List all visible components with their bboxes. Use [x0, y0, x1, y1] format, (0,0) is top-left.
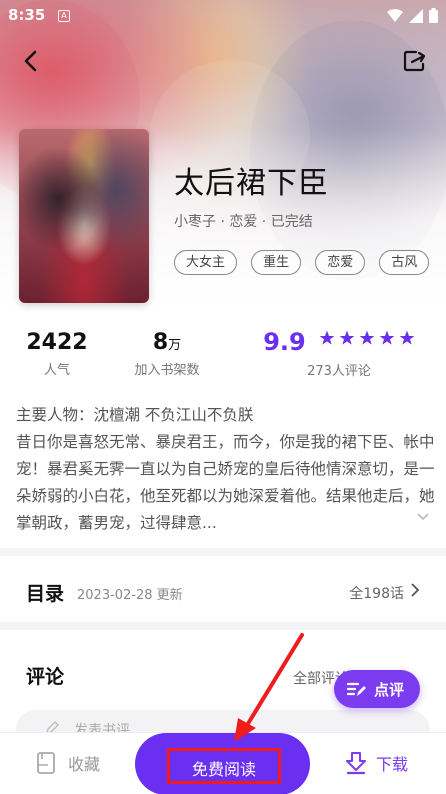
favorite-label: 收藏 [68, 755, 101, 774]
favorite-button[interactable]: 收藏 [36, 751, 100, 775]
download-label: 下载 [376, 755, 409, 774]
toc-update-date: 2023-02-28 更新 [77, 588, 183, 603]
popularity-label: 人气 [43, 363, 70, 378]
star-icon [339, 330, 355, 345]
back-icon [24, 50, 37, 72]
popularity-stat: 2422 人气 [18, 330, 96, 378]
shelf-label: 加入书架数 [134, 363, 200, 378]
popularity-value: 2422 [26, 330, 88, 355]
rating-value: 9.9 [263, 328, 306, 356]
signal-icon [409, 8, 423, 23]
system-icons [387, 8, 438, 23]
share-button[interactable] [398, 44, 432, 78]
tag-list: 大女主 重生 恋爱 古风 [174, 250, 446, 278]
tag[interactable]: 重生 [251, 250, 302, 275]
status-time: 8:35 [8, 6, 46, 24]
comment-edit-icon [346, 682, 366, 696]
rating-stat: 9.9 273人评论 [254, 328, 424, 379]
tag[interactable]: 古风 [379, 250, 430, 275]
review-button[interactable]: 点评 [334, 670, 420, 708]
toc-chapter-count: 全198话 [349, 586, 404, 602]
wifi-icon [387, 9, 403, 22]
summary-text: 昔日你是喜怒无常、暴戾君王，而今，你是我的裙下臣、帐中宠！暴君奚无霁一直以为自己… [16, 433, 435, 532]
comments-label: 评论 [26, 666, 65, 688]
highlight-box: 免费阅读 [167, 748, 281, 784]
back-button[interactable] [14, 44, 48, 78]
status-bar: 8:35 A [0, 0, 446, 32]
free-read-button[interactable]: 免费阅读 [135, 733, 310, 794]
share-icon [403, 50, 426, 72]
bottom-action-bar: 收藏 免费阅读 下载 [0, 732, 446, 794]
download-button[interactable]: 下载 [344, 751, 408, 775]
star-icon [399, 330, 415, 345]
book-title: 太后裙下臣 [174, 166, 329, 201]
section-divider [0, 548, 446, 556]
main-characters: 主要人物：沈檀潮 不负江山不负朕 [16, 406, 254, 424]
shelf-unit: 万 [168, 338, 182, 353]
toc-label: 目录 [26, 583, 65, 605]
book-meta: 小枣子 · 恋爱 · 已完结 [174, 214, 313, 230]
book-cover[interactable] [19, 129, 149, 303]
review-button-label: 点评 [374, 681, 405, 699]
rating-label: 273人评论 [307, 364, 371, 379]
bookmark-icon [37, 752, 55, 774]
chevron-right-icon [411, 583, 420, 597]
book-description[interactable]: 主要人物：沈檀潮 不负江山不负朕 昔日你是喜怒无常、暴戾君王，而今，你是我的裙下… [16, 402, 436, 537]
section-divider [0, 622, 446, 630]
star-icon [359, 330, 375, 345]
shelf-stat: 8万 加入书架数 [125, 330, 209, 378]
tag[interactable]: 大女主 [174, 250, 238, 275]
shelf-value: 8 [152, 330, 169, 355]
battery-icon [429, 8, 438, 23]
notification-icon: A [58, 10, 70, 22]
tag[interactable]: 恋爱 [315, 250, 366, 275]
free-read-label: 免费阅读 [191, 760, 256, 779]
download-icon [346, 752, 366, 775]
star-icon [379, 330, 395, 345]
toc-row[interactable]: 目录 2023-02-28 更新 全198话 [0, 560, 446, 622]
rating-stars [319, 330, 415, 346]
star-icon [319, 330, 335, 345]
chevron-down-icon[interactable] [416, 510, 430, 524]
